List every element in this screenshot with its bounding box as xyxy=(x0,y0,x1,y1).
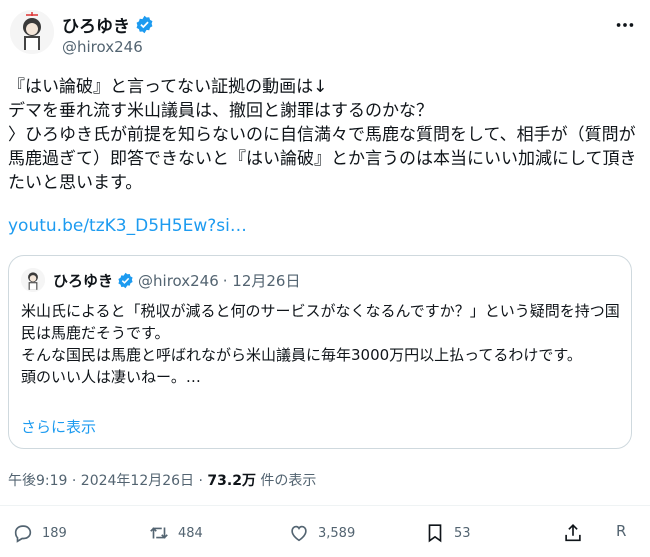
reply-button[interactable]: 189 xyxy=(12,522,67,544)
author-name[interactable]: ひろゆき xyxy=(62,12,130,37)
verified-badge-icon xyxy=(118,272,133,289)
author-handle[interactable]: @hirox246 xyxy=(62,38,143,56)
bookmark-count: 53 xyxy=(454,525,471,541)
retweet-count: 484 xyxy=(178,525,203,541)
show-more-link[interactable]: さらに表示 xyxy=(21,416,96,437)
views-label: 件の表示 xyxy=(255,473,317,489)
like-button[interactable]: 3,589 xyxy=(288,522,355,544)
author-avatar[interactable] xyxy=(10,10,54,54)
share-icon xyxy=(565,524,581,542)
tweet-meta: 午後9:19 · 2024年12月26日 · 73.2万 件の表示 xyxy=(8,470,316,490)
retweet-icon xyxy=(150,527,168,539)
reply-count: 189 xyxy=(42,525,67,541)
more-options-icon[interactable] xyxy=(614,14,636,36)
extra-action[interactable]: R xyxy=(616,522,626,540)
heart-icon xyxy=(291,525,307,542)
tweet-link[interactable]: youtu.be/tzK3_D5H5Ew?si… xyxy=(8,216,247,236)
quote-author-handle: @hirox246 xyxy=(138,271,219,290)
bookmark-icon xyxy=(428,524,442,543)
extra-action-label: R xyxy=(616,522,627,540)
divider xyxy=(0,505,650,506)
tweet-text: 『はい論破』と言ってない証拠の動画は↓ デマを垂れ流す米山議員は、撤回と謝罪はす… xyxy=(8,77,637,193)
quote-author-avatar xyxy=(21,268,45,292)
quote-text: 米山氏によると「税収が減ると何のサービスがなくなるんですか？」という疑問を持つ国… xyxy=(21,302,620,386)
quote-author-name: ひろゆき xyxy=(53,272,114,290)
action-bar: 189 484 3,589 53 R xyxy=(8,522,642,554)
share-button[interactable] xyxy=(562,522,584,544)
like-count: 3,589 xyxy=(318,525,356,541)
quote-date: · 12月26日 xyxy=(222,272,301,290)
tweet-timestamp[interactable]: 午後9:19 · 2024年12月26日 · xyxy=(8,473,207,489)
tweet-header: ひろゆき @hirox246 xyxy=(8,10,642,62)
bookmark-button[interactable]: 53 xyxy=(424,522,471,544)
view-count: 73.2万 xyxy=(207,473,256,489)
reply-icon xyxy=(14,525,32,543)
quoted-tweet[interactable]: ひろゆき @hirox246 · 12月26日 米山氏によると「税収が減ると何の… xyxy=(8,255,632,449)
retweet-button[interactable]: 484 xyxy=(148,522,203,544)
verified-badge-icon xyxy=(136,15,153,34)
